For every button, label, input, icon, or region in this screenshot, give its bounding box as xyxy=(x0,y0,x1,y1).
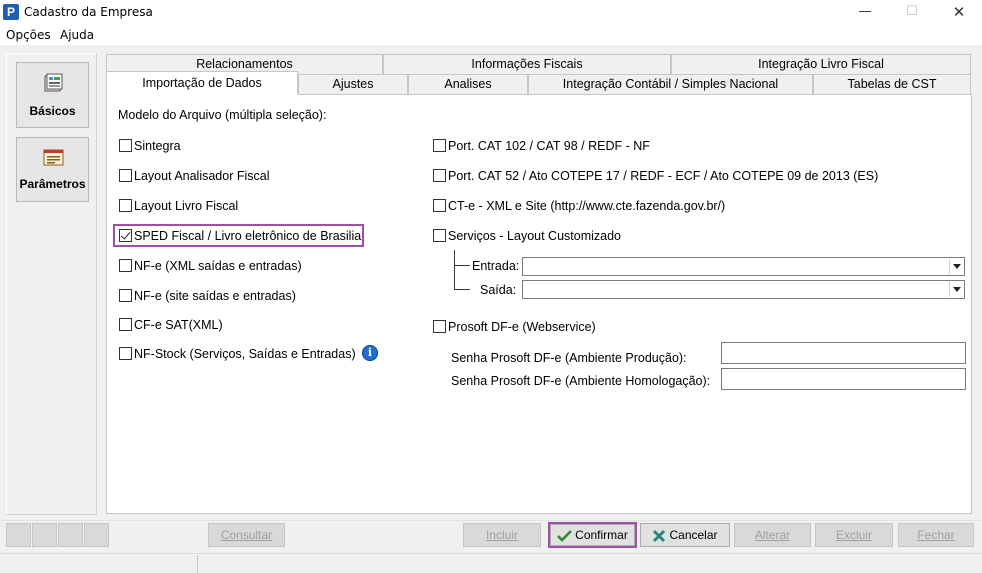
saida-select[interactable] xyxy=(522,280,965,299)
menu-ajuda[interactable]: Ajuda xyxy=(60,28,94,42)
tab-integracao-livro-fiscal[interactable]: Integração Livro Fiscal xyxy=(671,54,971,74)
tab-analises[interactable]: Analises xyxy=(408,74,528,94)
sintegra-checkbox[interactable] xyxy=(119,139,132,152)
sidebar-item-basicos[interactable]: Básicos xyxy=(16,62,89,128)
servicos-layout-checkbox[interactable] xyxy=(433,229,446,242)
port-cat-52-label[interactable]: Port. CAT 52 / Ato COTEPE 17 / REDF - EC… xyxy=(448,169,878,183)
nav-next-button[interactable] xyxy=(58,523,83,547)
app-logo-icon: P xyxy=(3,4,19,20)
nfe-site-checkbox[interactable] xyxy=(119,289,132,302)
nav-prev-button[interactable] xyxy=(32,523,57,547)
divider xyxy=(0,520,982,521)
sped-fiscal-label[interactable]: SPED Fiscal / Livro eletrônico de Brasil… xyxy=(134,229,361,243)
tab-informacoes-fiscais[interactable]: Informações Fiscais xyxy=(383,54,671,74)
maximize-button[interactable]: ☐ xyxy=(889,0,935,26)
section-label: Modelo do Arquivo (múltipla seleção): xyxy=(118,108,327,122)
alterar-button[interactable]: Alterar xyxy=(734,523,811,547)
nfe-xml-label[interactable]: NF-e (XML saídas e entradas) xyxy=(134,259,302,273)
saida-label: Saída: xyxy=(480,283,517,297)
port-cat-102-label[interactable]: Port. CAT 102 / CAT 98 / REDF - NF xyxy=(448,139,650,153)
cte-xml-label[interactable]: CT-e - XML e Site (http://www.cte.fazend… xyxy=(448,199,725,213)
tree-connector xyxy=(454,289,470,290)
sidebar-item-label: Parâmetros xyxy=(19,177,86,191)
sidebar-item-parametros[interactable]: Parâmetros xyxy=(16,137,89,202)
layout-livro-fiscal-checkbox[interactable] xyxy=(119,199,132,212)
confirmar-highlight-box xyxy=(548,522,637,548)
minimize-button[interactable]: — xyxy=(842,0,888,26)
cfe-sat-label[interactable]: CF-e SAT(XML) xyxy=(134,318,223,332)
entrada-select[interactable] xyxy=(522,257,965,276)
senha-homologacao-label: Senha Prosoft DF-e (Ambiente Homologação… xyxy=(451,374,711,388)
consultar-button[interactable]: Consultar xyxy=(208,523,285,547)
close-button[interactable]: ✕ xyxy=(936,0,982,26)
incluir-button[interactable]: Incluir xyxy=(463,523,541,547)
port-cat-52-checkbox[interactable] xyxy=(433,169,446,182)
senha-producao-input[interactable] xyxy=(721,342,966,364)
tab-panel xyxy=(106,94,972,514)
menu-bar xyxy=(0,26,982,45)
sintegra-label[interactable]: Sintegra xyxy=(134,139,181,153)
tree-connector xyxy=(454,265,470,266)
tree-connector xyxy=(454,250,455,290)
excluir-button[interactable]: Excluir xyxy=(815,523,893,547)
tab-ajustes[interactable]: Ajustes xyxy=(298,74,408,94)
basics-icon xyxy=(44,73,63,92)
window-title: Cadastro da Empresa xyxy=(24,5,153,19)
nav-first-button[interactable] xyxy=(6,523,31,547)
nf-stock-label[interactable]: NF-Stock (Serviços, Saídas e Entradas) xyxy=(134,347,356,361)
servicos-layout-label[interactable]: Serviços - Layout Customizado xyxy=(448,229,621,243)
info-icon[interactable]: i xyxy=(362,345,378,361)
cfe-sat-checkbox[interactable] xyxy=(119,318,132,331)
senha-producao-label: Senha Prosoft DF-e (Ambiente Produção): xyxy=(451,351,687,365)
tab-integracao-contabil[interactable]: Integração Contábil / Simples Nacional xyxy=(528,74,813,94)
nfe-xml-checkbox[interactable] xyxy=(119,259,132,272)
prosoft-dfe-label[interactable]: Prosoft DF-e (Webservice) xyxy=(448,320,596,334)
tab-importacao-de-dados[interactable]: Importação de Dados xyxy=(106,71,298,96)
chevron-down-icon[interactable] xyxy=(949,282,963,297)
layout-analisador-label[interactable]: Layout Analisador Fiscal xyxy=(134,169,270,183)
status-bar xyxy=(0,553,982,573)
cte-xml-checkbox[interactable] xyxy=(433,199,446,212)
port-cat-102-checkbox[interactable] xyxy=(433,139,446,152)
cancel-x-icon xyxy=(653,529,666,542)
sped-fiscal-checkbox[interactable] xyxy=(119,229,132,242)
tab-tabelas-de-cst[interactable]: Tabelas de CST xyxy=(813,74,971,94)
nf-stock-checkbox[interactable] xyxy=(119,347,132,360)
chevron-down-icon[interactable] xyxy=(949,259,963,274)
status-separator xyxy=(197,555,198,573)
entrada-label: Entrada: xyxy=(472,259,520,273)
layout-livro-fiscal-label[interactable]: Layout Livro Fiscal xyxy=(134,199,238,213)
active-tab-join xyxy=(107,94,298,97)
nav-last-button[interactable] xyxy=(84,523,109,547)
fechar-button[interactable]: Fechar xyxy=(898,523,974,547)
sidebar-item-label: Básicos xyxy=(29,104,76,118)
parameters-icon xyxy=(43,149,64,166)
layout-analisador-checkbox[interactable] xyxy=(119,169,132,182)
cancelar-button[interactable]: Cancelar xyxy=(640,523,730,547)
nfe-site-label[interactable]: NF-e (site saídas e entradas) xyxy=(134,289,296,303)
menu-opcoes[interactable]: Opções xyxy=(6,28,51,42)
prosoft-dfe-checkbox[interactable] xyxy=(433,320,446,333)
senha-homologacao-input[interactable] xyxy=(721,368,966,390)
